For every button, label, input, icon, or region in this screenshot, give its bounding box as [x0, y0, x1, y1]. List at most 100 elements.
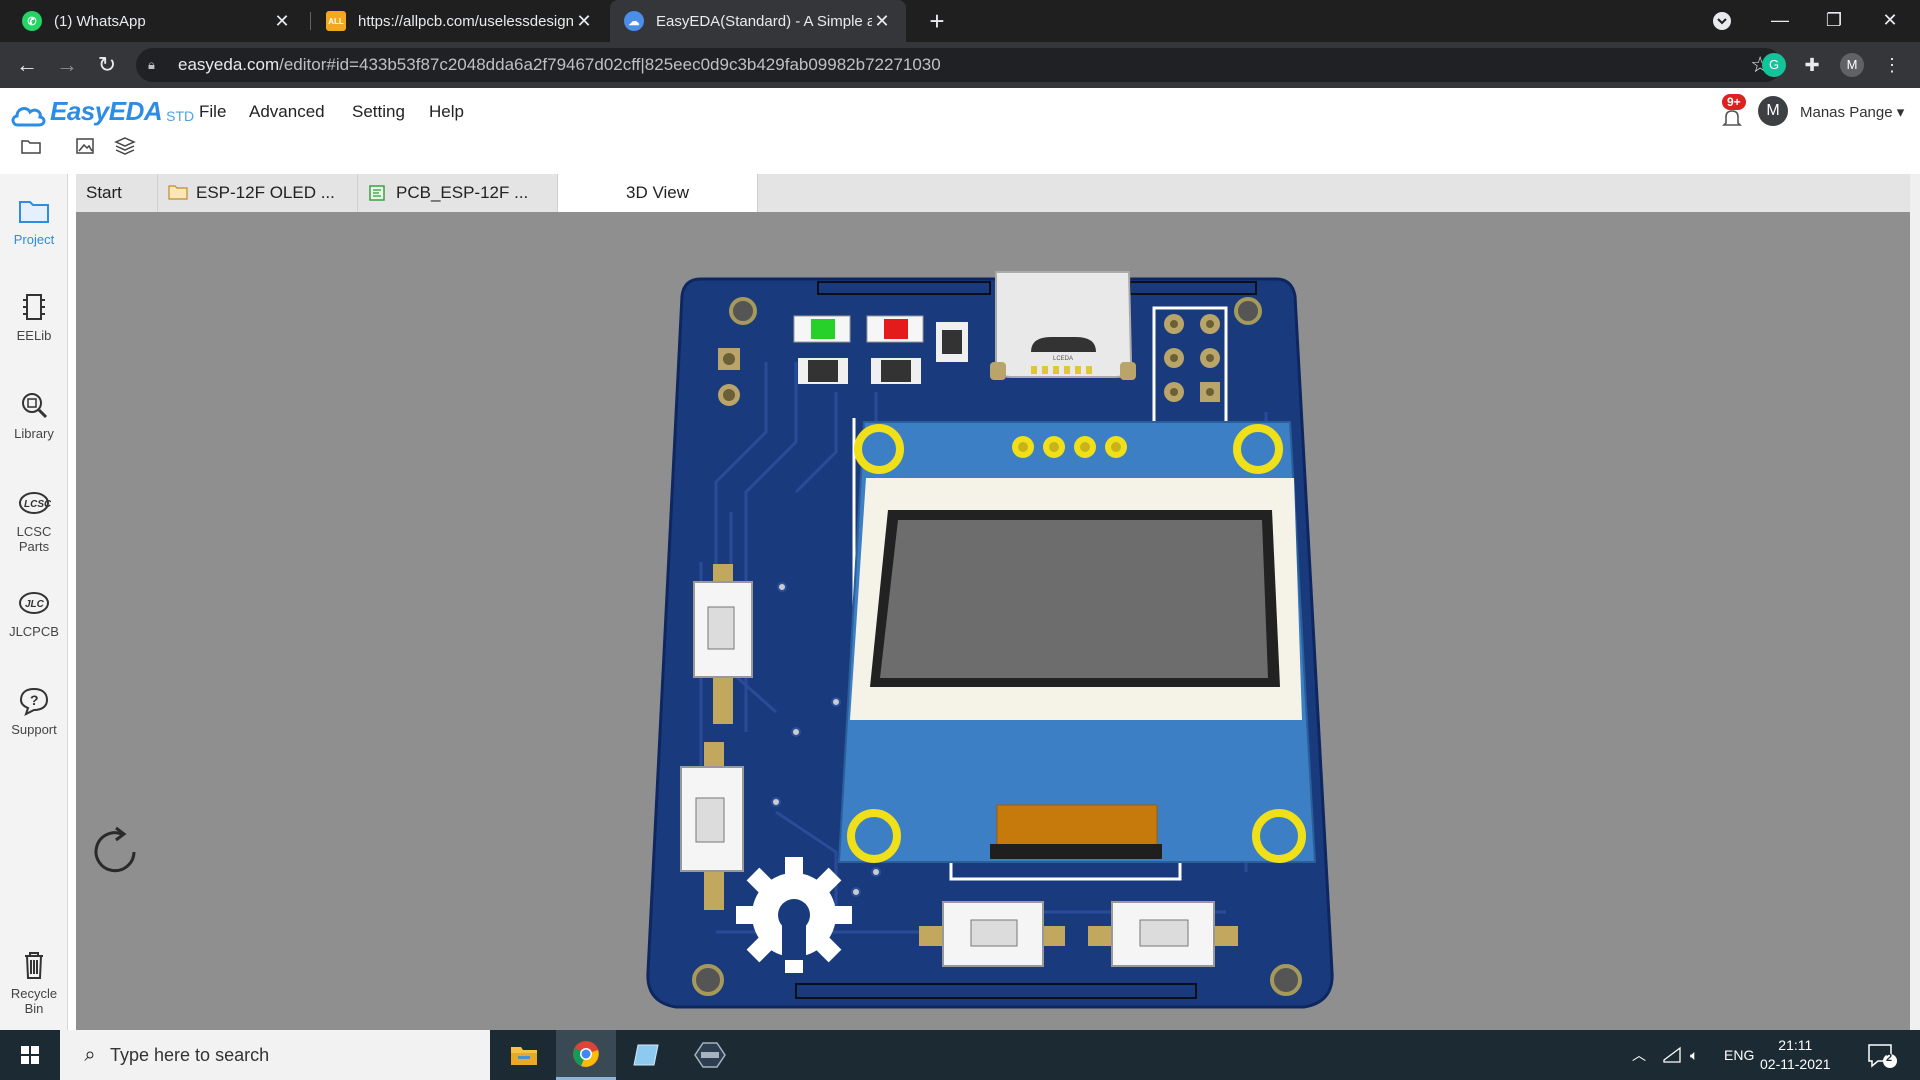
- tab-divider: [310, 12, 311, 30]
- menu-file[interactable]: File: [199, 102, 226, 122]
- clock-date: 02-11-2021: [1760, 1056, 1831, 1072]
- browser-tab-easyeda[interactable]: ☁ EasyEDA(Standard) - A Simple an ✕: [610, 0, 906, 42]
- easyeda-logo[interactable]: EasyEDA STD: [10, 96, 194, 127]
- language-indicator[interactable]: ENG: [1724, 1030, 1754, 1080]
- jlcpcb-icon: JLC: [17, 588, 51, 620]
- oled-flex-cable: [996, 804, 1158, 848]
- taskbar-search[interactable]: ⌕ Type here to search: [60, 1030, 490, 1080]
- svg-text:?: ?: [30, 692, 39, 708]
- close-icon[interactable]: ✕: [872, 11, 892, 32]
- sidebar-item-support[interactable]: ? Support: [0, 686, 68, 737]
- restore-button[interactable]: ❐: [1806, 0, 1862, 42]
- whatsapp-icon: ✆: [22, 11, 42, 31]
- notifications-button[interactable]: 9+: [1718, 94, 1748, 130]
- tab-3d-view[interactable]: 3D View: [558, 174, 758, 212]
- sidebar-item-jlcpcb[interactable]: JLC JLCPCB: [0, 588, 68, 639]
- notification-badge: 9+: [1722, 94, 1746, 110]
- menu-help[interactable]: Help: [429, 102, 464, 122]
- new-tab-button[interactable]: +: [922, 6, 952, 36]
- minimize-button[interactable]: —: [1752, 0, 1808, 42]
- oled-active-area: [880, 520, 1268, 678]
- edge-connector-top: [817, 281, 991, 295]
- sidebar-item-library[interactable]: Library: [0, 390, 68, 441]
- profile-avatar[interactable]: M: [1840, 53, 1864, 77]
- edge-connector-bottom: [795, 983, 1197, 999]
- sidebar-item-eelib[interactable]: EELib: [0, 292, 68, 343]
- close-icon[interactable]: ✕: [574, 11, 594, 32]
- open-folder-icon[interactable]: [18, 136, 44, 162]
- menu-setting[interactable]: Setting: [352, 102, 405, 122]
- tab-pcb-esp12f[interactable]: PCB_ESP-12F ...: [358, 174, 558, 212]
- edge-connector-top-right: [1129, 281, 1257, 295]
- svg-text:JLC: JLC: [25, 599, 45, 610]
- edition-label: STD: [166, 108, 195, 124]
- notification-count: 2: [1886, 1052, 1893, 1064]
- start-button[interactable]: [0, 1030, 60, 1080]
- search-icon: ⌕: [84, 1043, 96, 1066]
- usb-c-marking: LCEDA: [1053, 356, 1073, 362]
- clock-time: 21:11: [1778, 1037, 1813, 1053]
- folder-icon: [17, 196, 51, 228]
- tray-overflow-chevron[interactable]: ︿: [1632, 1030, 1646, 1080]
- chip-icon: [17, 292, 51, 324]
- reset-view-button[interactable]: [86, 822, 146, 882]
- wifi-icon[interactable]: [1662, 1030, 1682, 1080]
- layers-icon[interactable]: [112, 136, 138, 162]
- close-icon[interactable]: ✕: [272, 11, 292, 32]
- taskbar-app-ide[interactable]: [680, 1030, 740, 1080]
- tab-esp12f-oled-project[interactable]: ESP-12F OLED ...: [158, 174, 358, 212]
- taskbar-clock[interactable]: 21:11 02-11-2021: [1760, 1036, 1831, 1074]
- trash-icon: [17, 950, 51, 982]
- windows-taskbar: ⌕ Type here to search ︿ 🔈︎ ENG 21:11 02-…: [0, 1030, 1920, 1080]
- right-scrollbar[interactable]: [1910, 174, 1920, 1030]
- sidebar-item-recycle-bin[interactable]: Recycle Bin: [0, 950, 68, 1016]
- allpcb-icon: ALL: [326, 11, 346, 31]
- back-button[interactable]: ←: [12, 50, 42, 80]
- sidebar-item-project[interactable]: Project: [0, 196, 68, 247]
- document-tabs: Start ESP-12F OLED ... PCB_ESP-12F ... 3…: [76, 174, 1910, 212]
- easyeda-cloud-icon: [11, 107, 46, 127]
- browser-toolbar: ← → ↻ 🔒︎ easyeda.com/editor#id=433b53f87…: [0, 42, 1920, 88]
- action-center-button[interactable]: 2: [1866, 1030, 1898, 1080]
- sidebar-item-label: JLCPCB: [9, 624, 59, 639]
- tab-start[interactable]: Start: [76, 174, 158, 212]
- tab-label: Start: [86, 183, 122, 202]
- volume-icon[interactable]: 🔈︎: [1690, 1030, 1698, 1080]
- easyeda-icon: ☁: [624, 11, 644, 31]
- reload-button[interactable]: ↻: [92, 50, 122, 80]
- easyeda-app: EasyEDA STD File Advanced Setting Help 9…: [0, 88, 1920, 1030]
- tab-title: https://allpcb.com/uselessdesign: [358, 12, 574, 30]
- browser-tab-strip: ✆ (1) WhatsApp ✕ ALL https://allpcb.com/…: [0, 0, 1920, 42]
- chrome-menu-icon[interactable]: ⋮: [1880, 53, 1904, 77]
- export-image-icon[interactable]: [72, 136, 98, 162]
- browser-tab-allpcb[interactable]: ALL https://allpcb.com/uselessdesign ✕: [312, 0, 608, 42]
- grammarly-icon[interactable]: G: [1762, 53, 1786, 77]
- taskbar-file-explorer[interactable]: [494, 1030, 554, 1080]
- extensions-puzzle-icon[interactable]: ✚: [1800, 53, 1824, 77]
- user-menu[interactable]: Manas Pange ▾: [1800, 103, 1904, 121]
- chevron-down-circle-icon: [1713, 12, 1731, 30]
- search-placeholder: Type here to search: [110, 1044, 270, 1065]
- help-icon: ?: [17, 686, 51, 718]
- browser-tab-whatsapp[interactable]: ✆ (1) WhatsApp ✕: [8, 0, 306, 42]
- rotate-icon: [94, 826, 136, 873]
- brand-name: EasyEDA: [50, 96, 163, 126]
- sidebar-item-label: Support: [11, 722, 57, 737]
- tab-label: PCB_ESP-12F ...: [396, 183, 529, 202]
- tab-search-button[interactable]: [1694, 0, 1750, 42]
- close-window-button[interactable]: ✕: [1862, 0, 1918, 42]
- taskbar-chrome[interactable]: [556, 1030, 616, 1080]
- forward-button[interactable]: →: [52, 50, 82, 80]
- menu-advanced[interactable]: Advanced: [249, 102, 325, 122]
- ide-icon: [694, 1042, 726, 1068]
- tab-title: EasyEDA(Standard) - A Simple an: [656, 12, 872, 30]
- pcb-icon: [368, 184, 388, 202]
- pcb-3d-render[interactable]: LCEDA: [76, 212, 1910, 1030]
- taskbar-app-3[interactable]: [616, 1030, 676, 1080]
- address-bar[interactable]: 🔒︎ easyeda.com/editor#id=433b53f87c2048d…: [136, 48, 1782, 82]
- chrome-icon: [573, 1040, 599, 1067]
- svg-text:LCSC: LCSC: [24, 499, 51, 510]
- sidebar-item-lcsc-parts[interactable]: LCSC LCSC Parts: [0, 488, 68, 554]
- user-avatar[interactable]: M: [1758, 96, 1788, 126]
- 3d-view-canvas[interactable]: LCEDA: [76, 212, 1910, 1030]
